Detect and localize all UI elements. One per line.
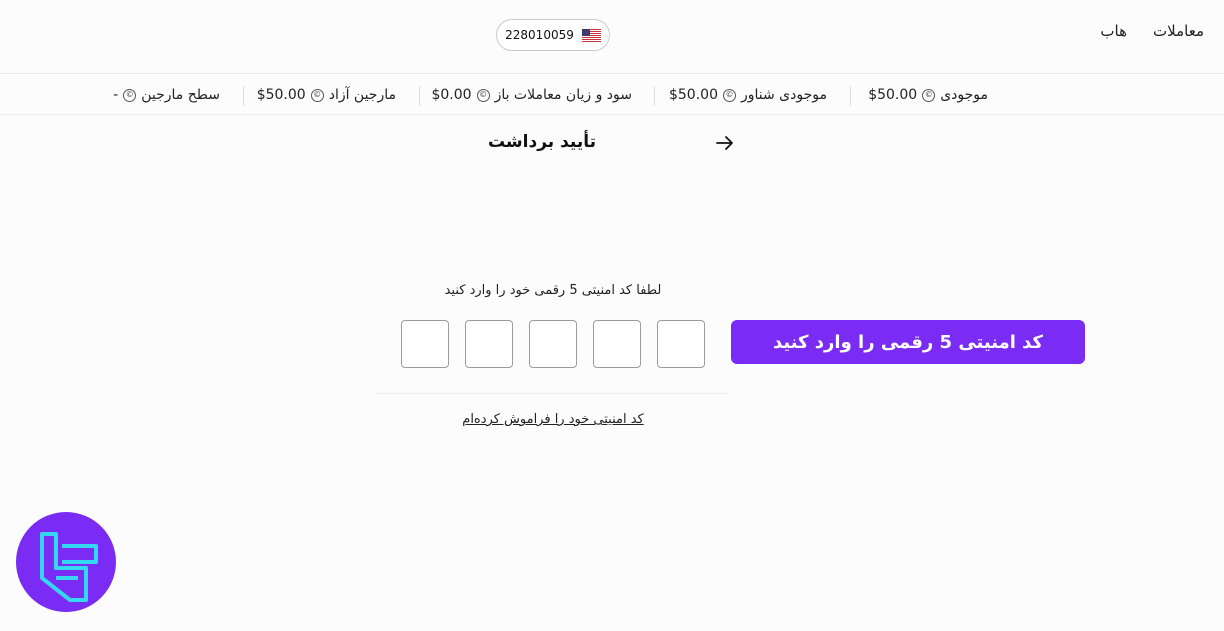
account-number: 228010059 [505,28,574,42]
stat-label: موجودی [940,87,988,103]
coin-icon: © [476,88,490,102]
account-stats-bar: موجودی © $50.00 موجودی شناور © $50.00 سو… [0,75,1224,115]
top-header: معاملات هاب 228010059 [0,0,1224,74]
coin-icon: © [310,88,324,102]
stat-value: $50.00 [256,87,306,103]
stat-equity: موجودی شناور © $50.00 [669,85,827,105]
stat-value: - [113,87,119,103]
account-selector[interactable]: 228010059 [496,19,610,51]
submit-pin-button[interactable]: کد امنیتی 5 رقمی را وارد کنید [731,320,1085,364]
pin-digit-4[interactable] [465,320,513,368]
us-flag-icon [581,28,601,42]
page-title: تأیید برداشت [487,132,596,152]
stat-value: $50.00 [668,87,718,103]
stat-margin-level: سطح مارجین © - [113,85,220,105]
stat-divider [243,86,244,106]
section-divider [376,393,728,394]
stat-free-margin: مارجین آزاد © $50.00 [257,85,396,105]
pin-digit-2[interactable] [593,320,641,368]
arrow-right-icon[interactable] [715,133,735,153]
stat-label: سود و زیان معاملات باز [494,87,632,103]
brand-logo [16,512,116,612]
stat-value: $50.00 [868,87,918,103]
stat-label: موجودی شناور [740,87,827,103]
pin-prompt: لطفا کد امنیتی 5 رقمی خود را وارد کنید [444,283,662,298]
stat-balance: موجودی © $50.00 [868,85,988,105]
stat-divider [419,86,420,106]
pin-digit-5[interactable] [401,320,449,368]
stat-divider [654,86,655,106]
coin-icon: © [922,88,936,102]
stat-label: مارجین آزاد [328,87,396,103]
stat-open-pnl: سود و زیان معاملات باز © $0.00 [431,85,632,105]
stat-divider [850,86,851,106]
stat-value: $0.00 [431,87,472,103]
nav-hub[interactable]: هاب [1100,22,1127,40]
stat-label: سطح مارجین [141,87,220,103]
coin-icon: © [722,88,736,102]
pin-digit-1[interactable] [657,320,705,368]
forgot-pin-link[interactable]: کد امنیتی خود را فراموش کرده‌ام [420,412,686,427]
coin-icon: © [123,88,137,102]
nav-trades[interactable]: معاملات [1153,22,1204,40]
pin-digit-3[interactable] [529,320,577,368]
